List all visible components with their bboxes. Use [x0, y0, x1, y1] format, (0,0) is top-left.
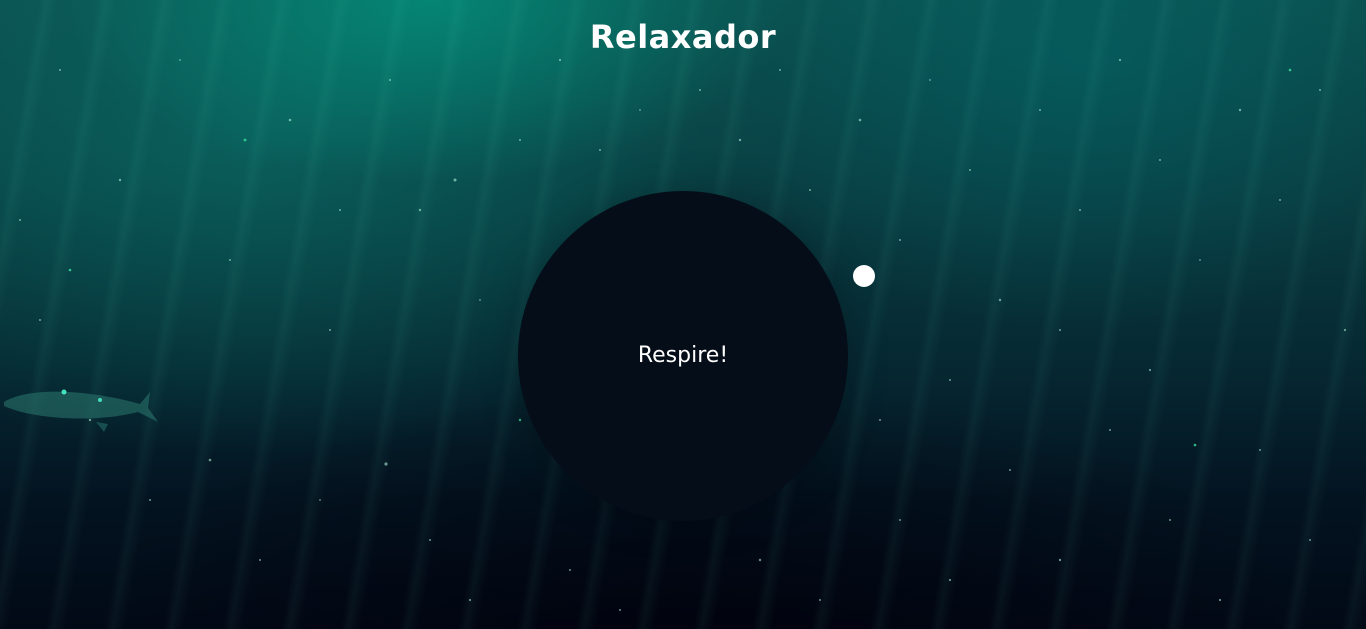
whale-silhouette — [4, 389, 158, 432]
app-title: Relaxador — [589, 18, 777, 56]
breathing-container: Respire! — [518, 191, 848, 521]
breathing-instruction: Respire! — [637, 343, 729, 368]
pointer-dot — [853, 265, 875, 287]
